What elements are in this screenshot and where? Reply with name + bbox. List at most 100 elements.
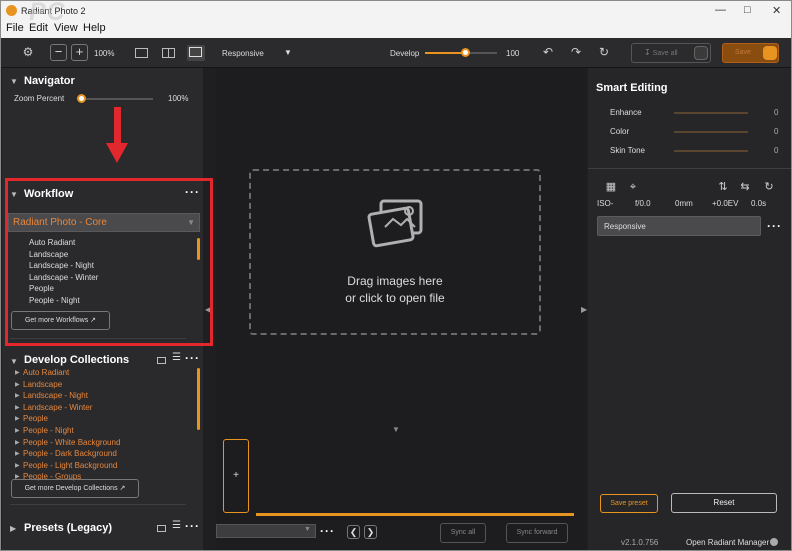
filmstrip-more-icon[interactable]: ···	[320, 524, 335, 538]
collection-item[interactable]: People - Night	[23, 426, 74, 435]
expand-presets-icon[interactable]: ▶	[10, 524, 16, 533]
collection-item[interactable]: Landscape	[23, 380, 62, 389]
collection-item[interactable]: People	[23, 414, 48, 423]
save-all-toggle[interactable]	[694, 46, 708, 60]
smart-slider-track[interactable]	[674, 131, 748, 133]
collapse-navigator-icon[interactable]: ▼	[10, 77, 18, 86]
version-label: v2.1.0.756	[621, 538, 659, 547]
sync-all-button[interactable]: Sync all	[440, 523, 486, 543]
collection-item[interactable]: Landscape - Winter	[23, 403, 92, 412]
collapse-right-panel-icon[interactable]: ▶	[581, 305, 587, 314]
right-panel: Smart Editing Enhance 0 Color 0 Skin Tone 0 ▦…	[588, 68, 791, 550]
collection-item[interactable]: People - Dark Background	[23, 449, 117, 458]
preview-mode-select[interactable]: Responsive	[222, 49, 264, 58]
down-arrow-head	[106, 143, 128, 163]
collection-item[interactable]: Landscape - Night	[23, 391, 88, 400]
smart-slider-label: Skin Tone	[610, 146, 645, 155]
single-view-icon[interactable]	[135, 48, 148, 58]
highlight-box	[5, 178, 213, 346]
collection-expand-icon[interactable]: ▶	[15, 404, 20, 411]
divider	[10, 504, 186, 505]
previous-button[interactable]: ❮	[347, 525, 360, 539]
collection-expand-icon[interactable]: ▶	[15, 381, 20, 388]
sync-forward-label: Sync forward	[516, 529, 558, 536]
collections-more-icon[interactable]: ···	[185, 351, 200, 365]
collection-expand-icon[interactable]: ▶	[15, 450, 20, 457]
settings-gear-icon[interactable]: ⚙	[20, 44, 36, 60]
undo-icon[interactable]: ↶	[541, 44, 555, 60]
image-icon[interactable]: ▦	[604, 179, 618, 195]
collection-expand-icon[interactable]: ▶	[15, 369, 20, 376]
drop-zone[interactable]: Drag images here or click to open file	[249, 169, 541, 335]
redo-icon[interactable]: ↷	[569, 44, 583, 60]
reset-button[interactable]: Reset	[671, 493, 777, 513]
chevron-down-icon[interactable]: ▼	[304, 526, 311, 533]
presets-more-icon[interactable]: ···	[185, 519, 200, 533]
collection-expand-icon[interactable]: ▶	[15, 392, 20, 399]
preset-selected: Responsive	[604, 222, 646, 231]
list-view-icon[interactable]: ☰	[172, 520, 181, 531]
split-view-icon[interactable]	[162, 48, 175, 58]
list-view-icon[interactable]: ☰	[172, 352, 181, 363]
zoom-out-button[interactable]: −	[50, 44, 67, 61]
toolbar: ⚙ − + 100% Responsive ▼ Develop 100 ↶ ↷ …	[1, 38, 791, 68]
navigator-title: Navigator	[24, 75, 75, 87]
canvas-area: Drag images here or click to open file ▼…	[216, 68, 586, 550]
zoom-percent-handle[interactable]	[77, 94, 86, 103]
collection-expand-icon[interactable]: ▶	[15, 439, 20, 446]
menu-help[interactable]: Help	[83, 22, 106, 34]
filmstrip-select[interactable]	[216, 524, 316, 538]
collection-expand-icon[interactable]: ▶	[15, 462, 20, 469]
menu-view[interactable]: View	[54, 22, 78, 34]
smart-slider-label: Enhance	[610, 108, 642, 117]
sync-forward-button[interactable]: Sync forward	[506, 523, 568, 543]
menu-bar: File Edit View Help	[1, 21, 791, 38]
zoom-in-button[interactable]: +	[71, 44, 88, 61]
develop-slider-handle[interactable]	[461, 48, 470, 57]
smart-slider-track[interactable]	[674, 150, 748, 152]
chevron-down-icon[interactable]: ▼	[284, 48, 292, 57]
smart-slider-track[interactable]	[674, 112, 748, 114]
add-image-button[interactable]: +	[223, 439, 249, 513]
rotate-icon[interactable]: ↻	[762, 179, 776, 195]
smart-slider-value: 0	[774, 108, 779, 117]
open-manager-link[interactable]: Open Radiant Manager	[686, 538, 769, 547]
get-more-collections-button[interactable]: Get more Develop Collections ↗	[11, 479, 139, 498]
smart-slider-value: 0	[774, 127, 779, 136]
grid-view-icon[interactable]	[157, 525, 166, 532]
flip-horizontal-icon[interactable]: ⇆	[738, 179, 752, 195]
flip-vertical-icon[interactable]: ⇅	[716, 179, 730, 195]
zoom-percent-slider[interactable]	[77, 98, 153, 100]
maximize-icon[interactable]: □	[744, 4, 751, 16]
smart-slider-value: 0	[774, 146, 779, 155]
close-icon[interactable]: ✕	[772, 4, 781, 17]
menu-edit[interactable]: Edit	[29, 22, 48, 34]
collection-expand-icon[interactable]: ▶	[15, 427, 20, 434]
save-preset-button[interactable]: Save preset	[600, 494, 658, 513]
collection-item[interactable]: People - White Background	[23, 438, 120, 447]
next-button[interactable]: ❯	[364, 525, 377, 539]
crop-icon[interactable]: ⌖	[626, 179, 640, 195]
develop-value: 100	[506, 49, 520, 58]
smart-editing-title: Smart Editing	[596, 82, 668, 94]
save-toggle[interactable]	[763, 46, 777, 60]
develop-label: Develop	[390, 49, 420, 58]
collections-scrollbar[interactable]	[197, 368, 200, 430]
preset-more-icon[interactable]: ···	[767, 219, 782, 233]
collection-expand-icon[interactable]: ▶	[15, 415, 20, 422]
refresh-icon[interactable]: ↻	[597, 44, 611, 60]
zoom-level: 100%	[94, 49, 115, 58]
exif-value: f/0.0	[635, 199, 651, 208]
filmstrip-scrollbar[interactable]	[256, 513, 574, 516]
collapse-collections-icon[interactable]: ▼	[10, 357, 18, 366]
exif-value: 0.0s	[751, 199, 767, 208]
divider	[588, 168, 791, 169]
preset-dropdown[interactable]: Responsive	[597, 216, 761, 236]
collection-item[interactable]: Auto Radiant	[23, 368, 69, 377]
expand-filmstrip-icon[interactable]: ▼	[392, 425, 400, 434]
minimize-icon[interactable]: —	[715, 4, 726, 16]
compare-view-button[interactable]	[187, 45, 205, 61]
grid-view-icon[interactable]	[157, 357, 166, 364]
collection-item[interactable]: People - Light Background	[23, 461, 117, 470]
menu-file[interactable]: File	[6, 22, 24, 34]
